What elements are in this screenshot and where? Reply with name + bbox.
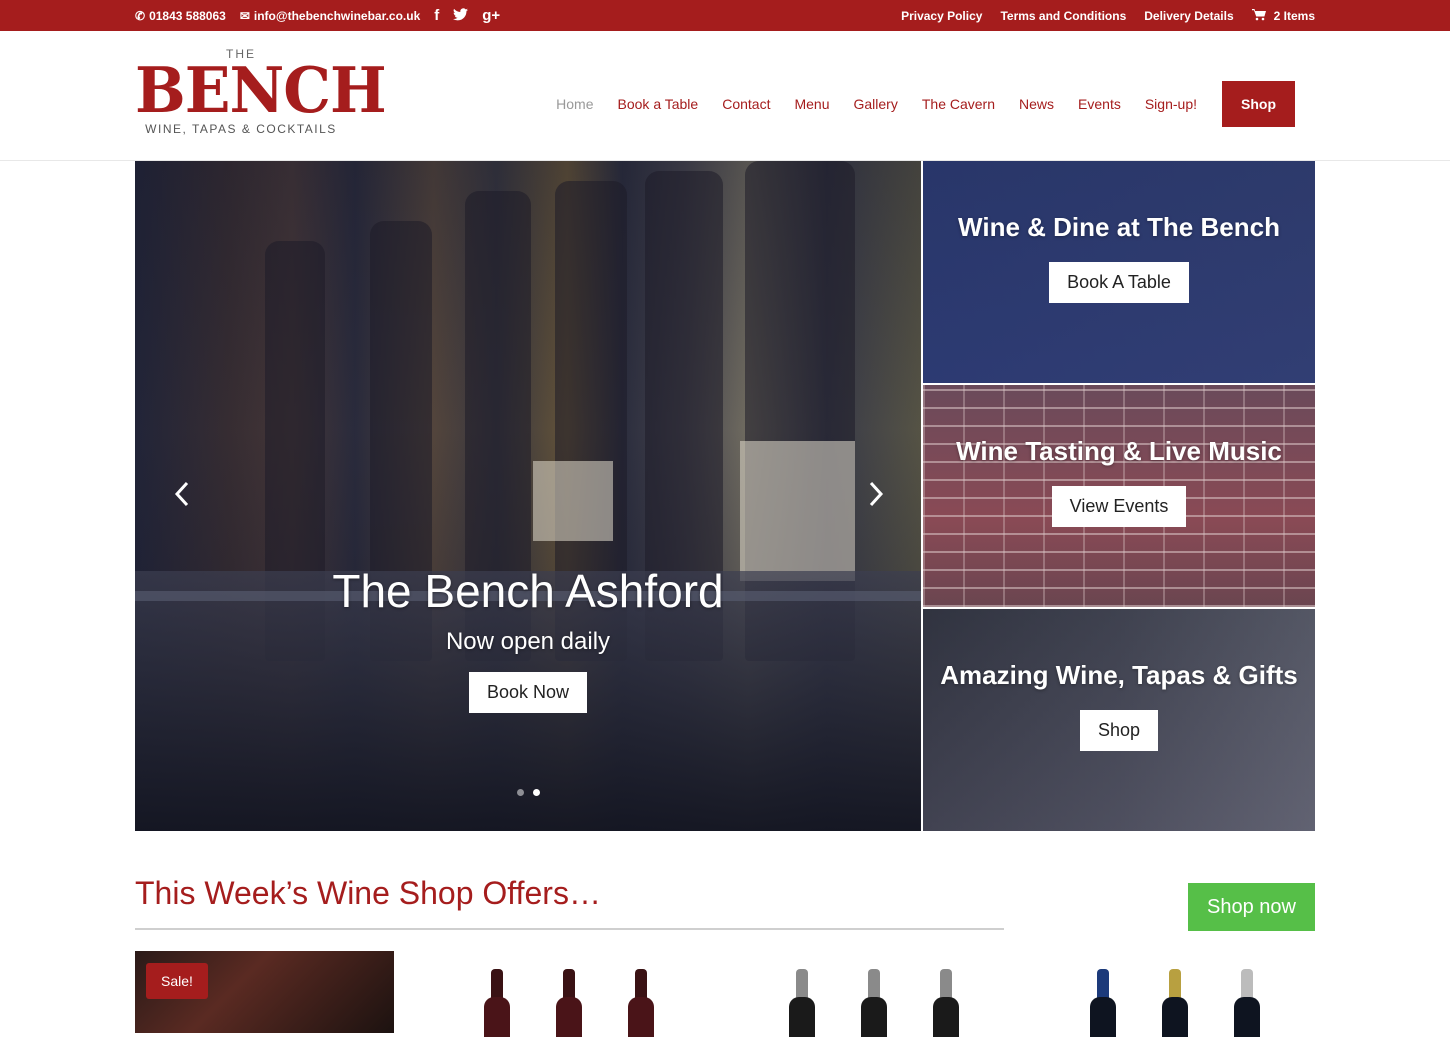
wine-bottle-image bbox=[789, 951, 815, 1037]
sale-badge: Sale! bbox=[146, 963, 208, 999]
hero-subtitle: Now open daily bbox=[445, 628, 611, 655]
terms-link[interactable]: Terms and Conditions bbox=[1000, 9, 1126, 23]
nav-shop-button[interactable]: Shop bbox=[1222, 81, 1295, 127]
bottle-label-image bbox=[740, 441, 855, 581]
product-card-image[interactable] bbox=[789, 951, 959, 1037]
view-events-button[interactable]: View Events bbox=[1051, 486, 1187, 527]
cart-link[interactable]: 2 Items bbox=[1251, 8, 1315, 23]
shop-now-button[interactable]: Shop now bbox=[1188, 883, 1315, 931]
panel-amazing-wine: Amazing Wine, Tapas & Gifts Shop bbox=[923, 609, 1315, 831]
delivery-details-link[interactable]: Delivery Details bbox=[1144, 9, 1233, 23]
envelope-icon: ✉ bbox=[239, 8, 250, 23]
logo-name: BENCH bbox=[135, 54, 387, 128]
slider-dot[interactable] bbox=[516, 789, 524, 796]
nav-events[interactable]: Events bbox=[1078, 96, 1121, 112]
phone-number: 01843 588063 bbox=[149, 8, 226, 23]
chevron-right-icon bbox=[869, 481, 884, 507]
cart-count: 2 Items bbox=[1273, 8, 1315, 23]
nav-home[interactable]: Home bbox=[556, 96, 593, 112]
panel-shop-button[interactable]: Shop bbox=[1079, 710, 1159, 751]
slider-dots bbox=[135, 789, 921, 796]
facebook-icon[interactable]: f bbox=[434, 8, 439, 23]
nav-contact[interactable]: Contact bbox=[722, 96, 770, 112]
product-card-image[interactable]: Sale! bbox=[135, 951, 394, 1033]
cart-icon bbox=[1251, 8, 1266, 23]
hero-slider: The Bench Ashford Now open daily Book No… bbox=[135, 161, 921, 831]
wine-bottle-image bbox=[1090, 951, 1116, 1037]
wine-bottle-image bbox=[933, 951, 959, 1037]
phone-contact[interactable]: ✆ 01843 588063 bbox=[135, 9, 226, 23]
slider-next-arrow[interactable] bbox=[861, 479, 891, 513]
chevron-left-icon bbox=[174, 481, 189, 507]
product-card-image[interactable] bbox=[1090, 951, 1260, 1037]
offers-heading: This Week’s Wine Shop Offers… bbox=[135, 875, 601, 911]
product-card-image[interactable] bbox=[484, 951, 654, 1037]
wine-bottle-image bbox=[1234, 951, 1260, 1037]
book-a-table-button[interactable]: Book A Table bbox=[1049, 262, 1189, 303]
hero-caption: The Bench Ashford Now open daily Book No… bbox=[135, 561, 921, 713]
wine-bottle-image bbox=[861, 951, 887, 1037]
email-address: info@thebenchwinebar.co.uk bbox=[253, 8, 421, 23]
panel-title: Wine Tasting & Live Music bbox=[956, 436, 1282, 466]
nav-sign-up[interactable]: Sign-up! bbox=[1145, 96, 1197, 112]
phone-icon: ✆ bbox=[135, 8, 146, 23]
slider-dot-active[interactable] bbox=[532, 789, 540, 796]
google-plus-icon[interactable]: g+ bbox=[482, 8, 500, 23]
hero-title: The Bench Ashford bbox=[332, 565, 724, 617]
wine-bottle-image bbox=[628, 951, 654, 1037]
nav-gallery[interactable]: Gallery bbox=[854, 96, 898, 112]
panel-title: Amazing Wine, Tapas & Gifts bbox=[940, 660, 1298, 690]
site-header: THE BENCH WINE, TAPAS & COCKTAILS Home B… bbox=[0, 31, 1450, 161]
panel-title: Wine & Dine at The Bench bbox=[958, 212, 1280, 242]
main-nav: Home Book a Table Contact Menu Gallery T… bbox=[556, 81, 1295, 127]
slider-prev-arrow[interactable] bbox=[167, 479, 197, 513]
privacy-policy-link[interactable]: Privacy Policy bbox=[901, 9, 982, 23]
site-logo[interactable]: THE BENCH WINE, TAPAS & COCKTAILS bbox=[135, 47, 387, 147]
wine-bottle-image bbox=[484, 951, 510, 1037]
nav-the-cavern[interactable]: The Cavern bbox=[922, 96, 995, 112]
email-contact[interactable]: ✉ info@thebenchwinebar.co.uk bbox=[240, 9, 420, 23]
nav-news[interactable]: News bbox=[1019, 96, 1054, 112]
top-bar: ✆ 01843 588063 ✉ info@thebenchwinebar.co… bbox=[0, 0, 1450, 31]
offers-divider bbox=[135, 928, 1004, 930]
nav-menu[interactable]: Menu bbox=[794, 96, 829, 112]
book-now-button[interactable]: Book Now bbox=[468, 672, 588, 713]
bottle-label-image bbox=[533, 461, 613, 541]
twitter-icon[interactable] bbox=[453, 7, 469, 24]
wine-bottle-image bbox=[1162, 951, 1188, 1037]
nav-book-a-table[interactable]: Book a Table bbox=[618, 96, 699, 112]
wine-bottle-image bbox=[556, 951, 582, 1037]
panel-wine-dine: Wine & Dine at The Bench Book A Table bbox=[923, 161, 1315, 383]
panel-wine-tasting: Wine Tasting & Live Music View Events bbox=[923, 385, 1315, 607]
